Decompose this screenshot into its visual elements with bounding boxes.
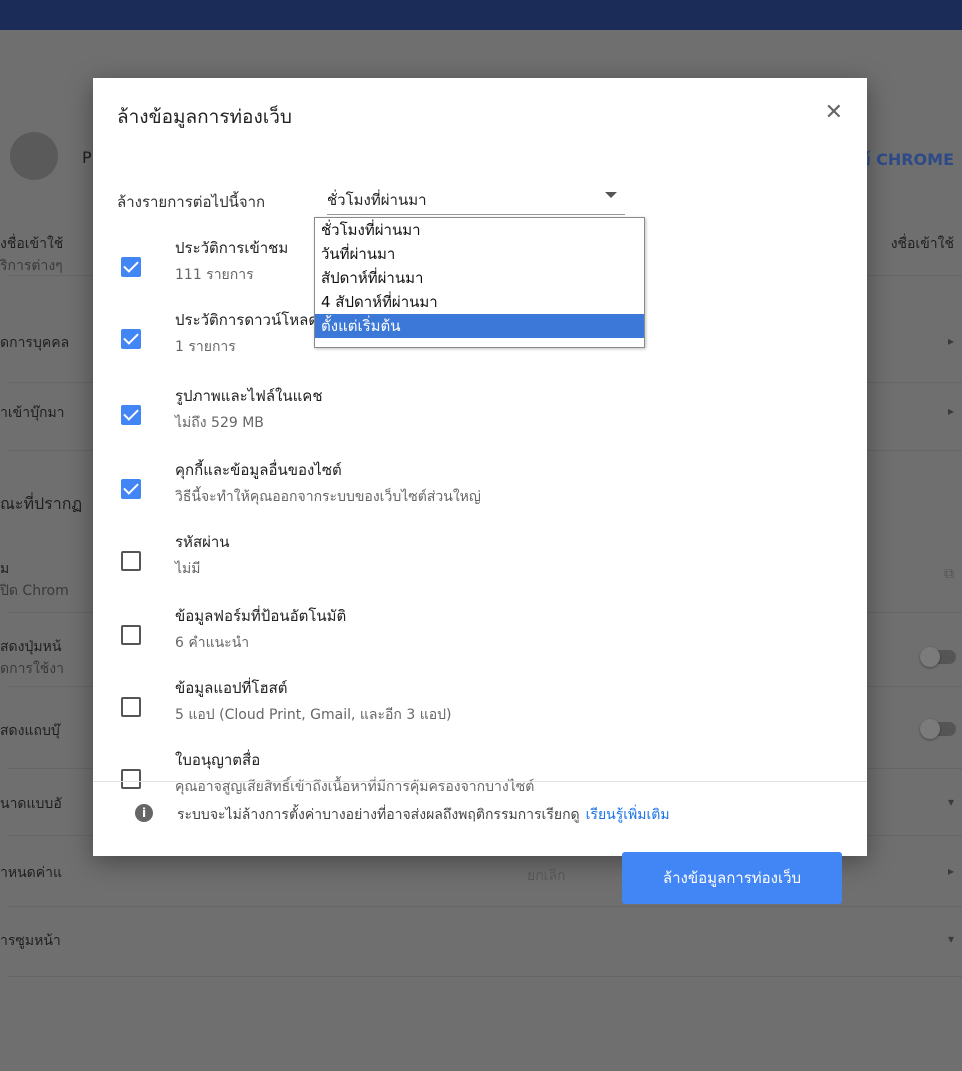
checkbox[interactable] — [121, 551, 141, 571]
dialog-title: ล้างข้อมูลการท่องเว็บ — [117, 106, 292, 128]
chevron-right-icon: ▸ — [947, 334, 954, 348]
bg-row-zoom-label: ารซูมหน้า — [0, 933, 61, 949]
chevron-right-icon: ▸ — [947, 404, 954, 418]
option-title: รูปภาพและไฟล์ในแคช — [175, 387, 323, 405]
time-range-select[interactable]: ชั่วโมงที่ผ่านมา — [327, 184, 625, 215]
external-link-icon: ⧉ — [944, 566, 954, 582]
option-subtitle: 5 แอป (Cloud Print, Gmail, และอีก 3 แอป) — [175, 707, 452, 723]
option-title: ประวัติการดาวน์โหลด — [175, 311, 319, 329]
close-icon[interactable]: ✕ — [825, 100, 843, 125]
dropdown-option[interactable]: วันที่ผ่านมา — [315, 242, 644, 266]
option-subtitle: 1 รายการ — [175, 339, 236, 355]
checkbox[interactable] — [121, 479, 141, 499]
checkbox[interactable] — [121, 625, 141, 645]
bg-row-theme-sub: ปิด Chrom — [0, 583, 69, 599]
dropdown-option-selected[interactable]: ตั้งแต่เริ่มต้น — [315, 314, 644, 338]
bg-row-home-label: สดงปุ่มหน้ — [0, 639, 62, 655]
footer-note: ระบบจะไม่ล้างการตั้งค่าบางอย่างที่อาจส่ง… — [177, 804, 670, 826]
bg-row-fonts-label: าหนดค่าแ — [0, 865, 63, 881]
footer-text: ระบบจะไม่ล้างการตั้งค่าบางอย่างที่อาจส่ง… — [177, 807, 580, 823]
time-range-value: ชั่วโมงที่ผ่านมา — [327, 191, 427, 209]
dropdown-arrow-icon: ▾ — [947, 932, 954, 946]
checkbox[interactable] — [121, 257, 141, 277]
option-title: ข้อมูลแอปที่โฮสต์ — [175, 679, 288, 697]
info-icon: i — [135, 804, 153, 822]
bg-row-signin-sub: ริการต่างๆ — [0, 258, 63, 274]
dropdown-option[interactable]: ชั่วโมงที่ผ่านมา — [315, 218, 644, 242]
dropdown-option[interactable]: 4 สัปดาห์ที่ผ่านมา — [315, 290, 644, 314]
option-title: ข้อมูลฟอร์มที่ป้อนอัตโนมัติ — [175, 607, 347, 625]
cancel-button[interactable]: ยกเลิก — [527, 865, 566, 887]
bg-row-home-sub: ดการใช้งา — [0, 661, 64, 677]
option-cached-images[interactable]: รูปภาพและไฟล์ในแคช ไม่ถึง 529 MB — [119, 384, 819, 450]
checkbox[interactable] — [121, 405, 141, 425]
dropdown-arrow-icon: ▾ — [947, 795, 954, 809]
option-subtitle: 6 คำแนะนำ — [175, 635, 250, 651]
toggle-switch — [920, 719, 956, 739]
option-cookies[interactable]: คุกกี้และข้อมูลอื่นของไซต์ วิธีนี้จะทำให… — [119, 458, 819, 524]
option-subtitle: ไม่มี — [175, 561, 201, 577]
option-title: ใบอนุญาตสื่อ — [175, 751, 261, 769]
option-subtitle: วิธีนี้จะทำให้คุณออกจากระบบของเว็บไซต์ส่… — [175, 489, 481, 505]
bg-section-appearance: ณะที่ปรากฏ — [0, 494, 83, 513]
time-range-dropdown: ชั่วโมงที่ผ่านมา วันที่ผ่านมา สัปดาห์ที่… — [314, 217, 645, 348]
toggle-switch — [920, 647, 956, 667]
bg-row-bookmarks-label: าเข้าบุ๊กมา — [0, 405, 65, 421]
option-autofill[interactable]: ข้อมูลฟอร์มที่ป้อนอัตโนมัติ 6 คำแนะนำ — [119, 604, 819, 670]
browser-top-bar — [0, 0, 962, 30]
checkbox[interactable] — [121, 697, 141, 717]
bg-row-signin-label: งชื่อเข้าใช้ — [0, 236, 64, 252]
option-subtitle: ไม่ถึง 529 MB — [175, 415, 264, 431]
checkbox[interactable] — [121, 329, 141, 349]
option-subtitle: 111 รายการ — [175, 267, 254, 283]
bg-row-zoom: ารซูมหน้า ▾ — [0, 906, 962, 977]
clear-data-button[interactable]: ล้างข้อมูลการท่องเว็บ — [622, 852, 842, 904]
bg-row-bookmarks-bar-label: สดงแถบบุ๊ — [0, 723, 60, 739]
bg-row-personal-label: ดการบุคคล — [0, 335, 70, 351]
option-title: ประวัติการเข้าชม — [175, 239, 289, 257]
chevron-right-icon: ▸ — [947, 864, 954, 878]
dropdown-option[interactable]: สัปดาห์ที่ผ่านมา — [315, 266, 644, 290]
bg-row-theme-label: ม — [0, 561, 10, 577]
time-range-label: ล้างรายการต่อไปนี้จาก — [117, 193, 266, 211]
option-title: รหัสผ่าน — [175, 533, 230, 551]
dropdown-arrow-icon — [605, 192, 617, 198]
option-hosted-apps[interactable]: ข้อมูลแอปที่โฮสต์ 5 แอป (Cloud Print, Gm… — [119, 676, 819, 742]
option-passwords[interactable]: รหัสผ่าน ไม่มี — [119, 530, 819, 596]
dialog-footer: i ระบบจะไม่ล้างการตั้งค่าบางอย่างที่อาจส… — [93, 781, 867, 857]
option-title: คุกกี้และข้อมูลอื่นของไซต์ — [175, 461, 342, 479]
clear-browsing-data-dialog: ล้างข้อมูลการท่องเว็บ ✕ ล้างรายการต่อไปน… — [93, 78, 867, 856]
bg-sign-in-chrome: ย์ CHROME — [861, 150, 954, 169]
avatar — [10, 132, 58, 180]
learn-more-link[interactable]: เรียนรู้เพิ่มเติม — [586, 807, 670, 823]
bg-row-font-size-label: นาดแบบอั — [0, 796, 62, 812]
bg-signin-button: งชื่อเข้าใช้ — [890, 236, 954, 252]
bg-profile-name: P — [82, 148, 92, 167]
